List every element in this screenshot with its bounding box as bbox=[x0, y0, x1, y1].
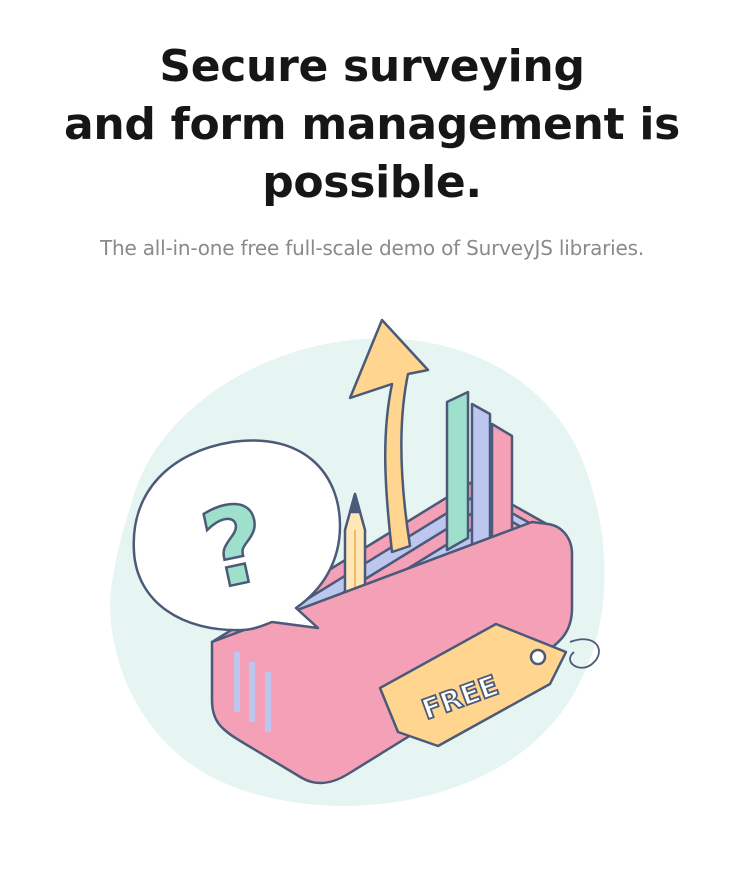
hero-subtitle: The all-in-one free full-scale demo of S… bbox=[99, 236, 645, 260]
hero-title-line: Secure surveying bbox=[159, 41, 585, 92]
hero-title-line: and form management is bbox=[64, 99, 680, 150]
hero-title-line: possible. bbox=[262, 157, 482, 208]
hero-title: Secure surveying and form management is … bbox=[0, 38, 744, 212]
hero-illustration: ? FREE bbox=[110, 318, 605, 806]
